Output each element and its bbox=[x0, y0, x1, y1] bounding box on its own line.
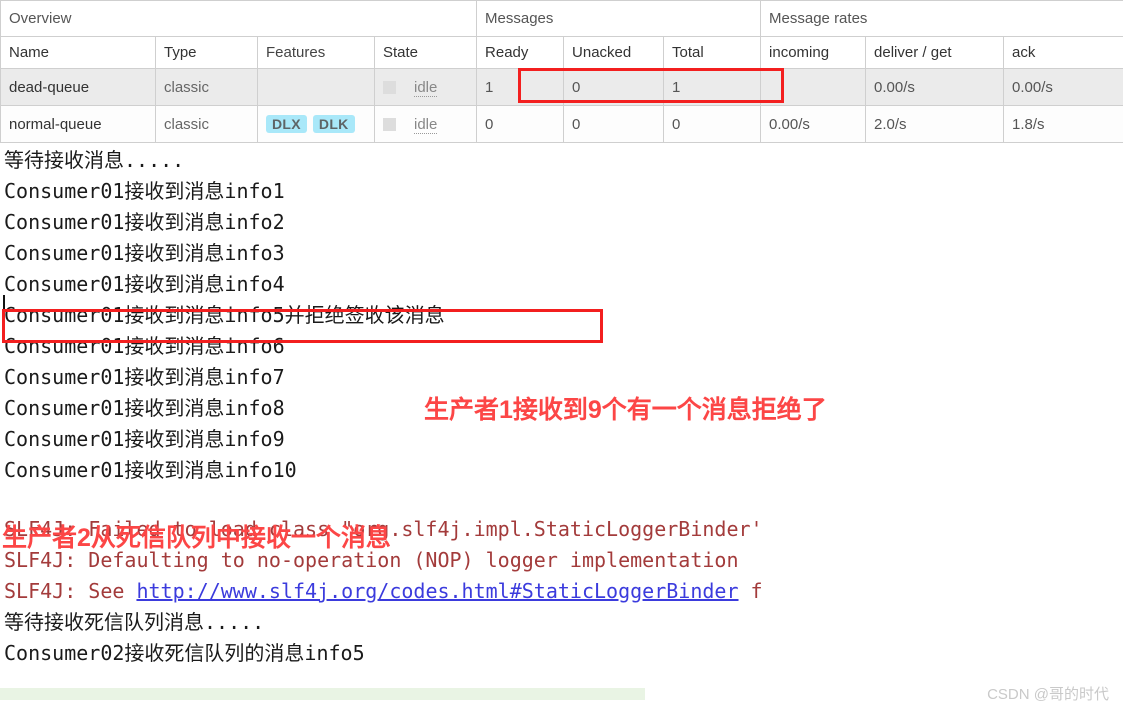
console-line: Consumer01接收到消息info1 bbox=[4, 179, 285, 203]
group-header-messages: Messages bbox=[476, 0, 762, 37]
console-highlight-band bbox=[0, 688, 645, 700]
console-line: Consumer02接收死信队列的消息info5 bbox=[4, 641, 365, 665]
console-output-panel[interactable]: 等待接收消息..... Consumer01接收到消息info1 Consume… bbox=[0, 145, 1123, 712]
watermark: CSDN @哥的时代 bbox=[987, 686, 1109, 703]
feature-badge-dlx: DLX bbox=[266, 115, 307, 133]
queue-state: idle bbox=[373, 105, 478, 143]
table-row[interactable]: dead-queue classic idle 1 0 1 0.00/s 0.0… bbox=[0, 68, 1123, 106]
queue-name[interactable]: dead-queue bbox=[0, 68, 156, 106]
slf4j-docs-link[interactable]: http://www.slf4j.org/codes.html#StaticLo… bbox=[136, 579, 738, 603]
column-header-row: Name Type Features State Ready Unacked T… bbox=[0, 36, 1123, 69]
column-header-state[interactable]: State bbox=[373, 36, 478, 69]
messages-total: 1 bbox=[663, 68, 762, 106]
console-line: Consumer01接收到消息info6 bbox=[4, 334, 285, 358]
rate-ack: 0.00/s bbox=[1003, 68, 1123, 106]
console-line: 等待接收死信队列消息..... bbox=[4, 610, 265, 634]
group-header-message-rates: Message rates bbox=[760, 0, 1123, 37]
rate-incoming: 0.00/s bbox=[760, 105, 867, 143]
column-header-total[interactable]: Total bbox=[663, 36, 762, 69]
console-line: Consumer01接收到消息info7 bbox=[4, 365, 285, 389]
console-line: Consumer01接收到消息info10 bbox=[4, 458, 297, 482]
queue-state-label: idle bbox=[414, 78, 438, 97]
rate-deliver-get: 2.0/s bbox=[865, 105, 1005, 143]
state-indicator-icon bbox=[383, 80, 396, 94]
slf4j-line-suffix: f bbox=[738, 579, 763, 603]
console-line-rejected: Consumer01接收到消息info5并拒绝签收该消息 bbox=[4, 303, 445, 327]
rate-deliver-get: 0.00/s bbox=[865, 68, 1005, 106]
column-header-deliver-get[interactable]: deliver / get bbox=[865, 36, 1005, 69]
messages-unacked: 0 bbox=[563, 68, 665, 106]
column-header-name[interactable]: Name bbox=[0, 36, 156, 69]
console-line: Consumer01接收到消息info2 bbox=[4, 210, 285, 234]
rate-ack: 1.8/s bbox=[1003, 105, 1123, 143]
column-header-incoming[interactable]: incoming bbox=[760, 36, 867, 69]
rate-incoming bbox=[760, 68, 867, 106]
messages-total: 0 bbox=[663, 105, 762, 143]
messages-ready: 0 bbox=[476, 105, 565, 143]
queue-type: classic bbox=[155, 105, 258, 143]
queues-table: Overview Messages Message rates Name Typ… bbox=[0, 0, 1123, 143]
table-row[interactable]: normal-queue classic DLX DLK idle 0 0 0 0… bbox=[0, 105, 1123, 143]
column-header-ready[interactable]: Ready bbox=[476, 36, 565, 69]
console-line: Consumer01接收到消息info9 bbox=[4, 427, 285, 451]
messages-ready: 1 bbox=[476, 68, 565, 106]
column-header-type[interactable]: Type bbox=[155, 36, 258, 69]
group-header-row: Overview Messages Message rates bbox=[0, 0, 1123, 37]
column-header-unacked[interactable]: Unacked bbox=[563, 36, 665, 69]
column-header-features: Features bbox=[257, 36, 375, 69]
text-caret bbox=[3, 295, 5, 319]
queue-name[interactable]: normal-queue bbox=[0, 105, 156, 143]
queue-state-label: idle bbox=[414, 115, 438, 134]
console-line: 等待接收消息..... bbox=[4, 148, 185, 172]
annotation-producer2: 生产者2从死信队列中接收一个消息 bbox=[2, 524, 391, 552]
messages-unacked: 0 bbox=[563, 105, 665, 143]
slf4j-warning-line-with-link: SLF4J: See http://www.slf4j.org/codes.ht… bbox=[0, 576, 1123, 607]
console-line: Consumer01接收到消息info4 bbox=[4, 272, 285, 296]
slf4j-see-prefix: SLF4J: See bbox=[4, 579, 137, 603]
queue-features bbox=[257, 68, 375, 106]
queue-type: classic bbox=[155, 68, 258, 106]
console-line: Consumer01接收到消息info3 bbox=[4, 241, 285, 265]
column-header-ack[interactable]: ack bbox=[1003, 36, 1123, 69]
queue-features: DLX DLK bbox=[257, 105, 375, 143]
state-indicator-icon bbox=[383, 117, 396, 131]
queue-state: idle bbox=[373, 68, 478, 106]
annotation-producer1: 生产者1接收到9个有一个消息拒绝了 bbox=[424, 396, 827, 424]
group-header-overview: Overview bbox=[0, 0, 478, 37]
feature-badge-dlk: DLK bbox=[312, 115, 355, 133]
